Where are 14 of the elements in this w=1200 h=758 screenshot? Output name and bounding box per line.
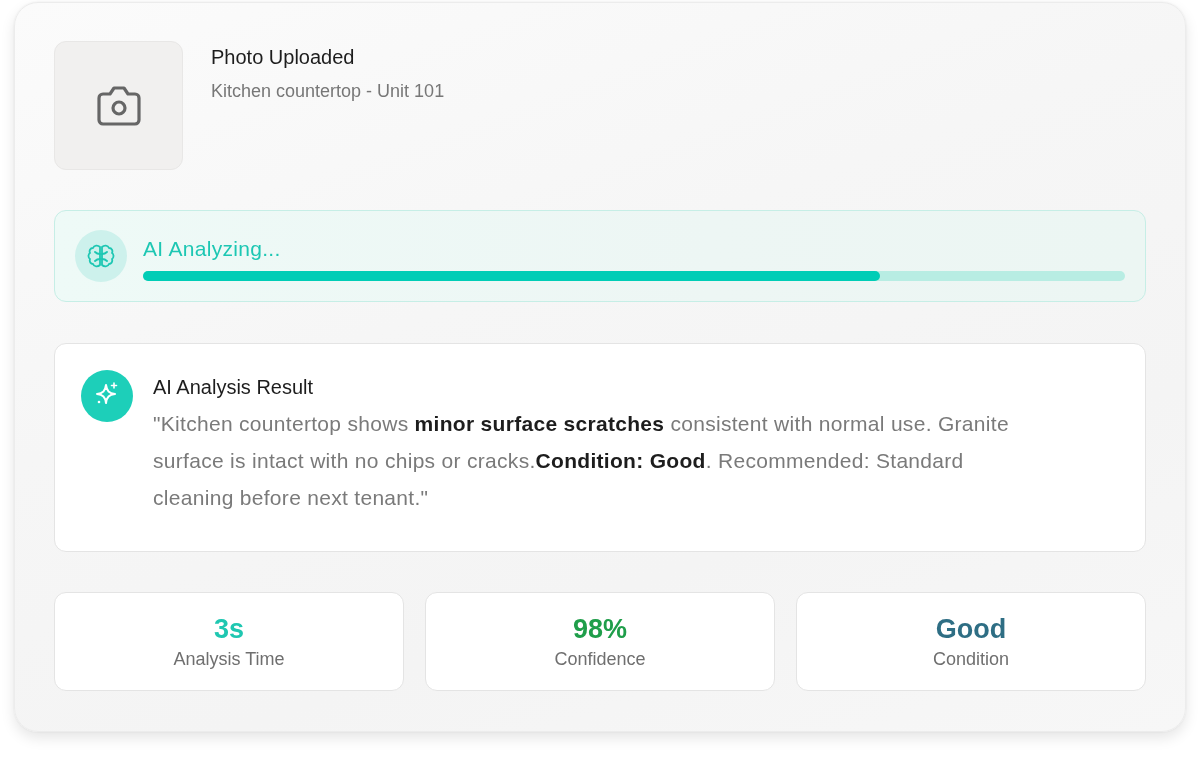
photo-title: Photo Uploaded bbox=[211, 45, 356, 69]
stat-label: Confidence bbox=[554, 648, 646, 670]
result-title: AI Analysis Result bbox=[153, 375, 315, 399]
analyzing-label: AI Analyzing... bbox=[143, 235, 282, 262]
stat-value: Good bbox=[935, 613, 1007, 645]
stat-value: 3s bbox=[213, 613, 244, 645]
stat-value: 98% bbox=[572, 613, 627, 645]
camera-icon bbox=[94, 85, 143, 126]
result-description: "Kitchen countertop shows minor surface scratches consistent with normal use. Granite surface is intact with no chips or cracks.Condition: Good. Recommended: Standard cleaning before next tenant." bbox=[153, 411, 1010, 511]
sparkle-icon bbox=[81, 370, 133, 422]
stat-label: Condition bbox=[932, 648, 1010, 670]
stat-label: Analysis Time bbox=[173, 648, 285, 670]
photo-subtitle: Kitchen countertop - Unit 101 bbox=[211, 80, 445, 102]
brain-icon bbox=[75, 230, 127, 282]
